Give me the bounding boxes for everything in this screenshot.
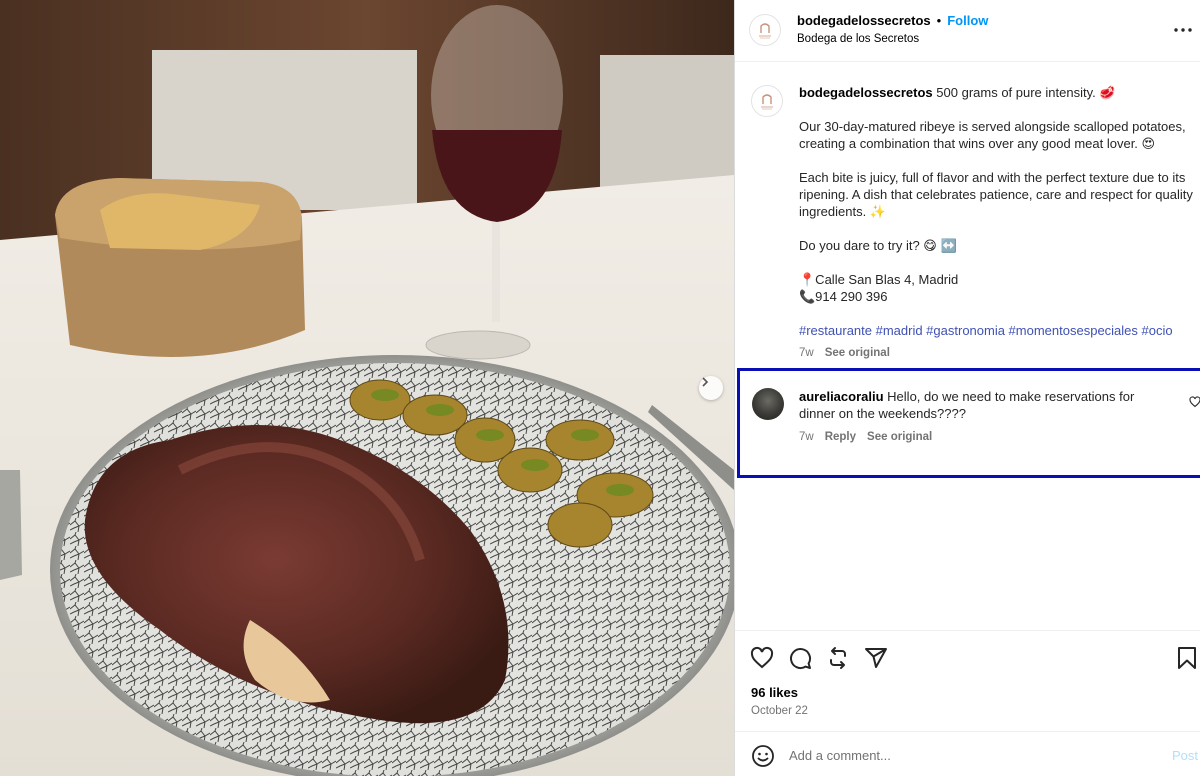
caption-phone: 📞914 290 396 <box>799 289 888 304</box>
repost-icon <box>830 647 846 669</box>
caption-hashtags[interactable]: #restaurante #madrid #gastronomia #momen… <box>799 322 1199 339</box>
caption-paragraph-1: Our 30-day-matured ribeye is served alon… <box>799 119 1186 151</box>
comment-icon <box>790 648 812 670</box>
commenter-avatar[interactable] <box>752 388 784 420</box>
heart-icon <box>750 646 774 669</box>
caption-time[interactable]: 7w <box>799 345 814 362</box>
comment-meta: 7w Reply See original <box>799 429 1159 446</box>
action-bar: 96 likes October 22 Post <box>735 630 1200 776</box>
brand-logo-icon <box>759 23 771 39</box>
comment-see-original[interactable]: See original <box>867 429 932 446</box>
profile-avatar[interactable] <box>749 14 781 46</box>
commenter-username[interactable]: aureliacoraliu <box>799 389 884 404</box>
share-button[interactable] <box>863 645 889 671</box>
likes-count[interactable]: 96 likes <box>751 685 798 700</box>
emoji-icon[interactable] <box>751 744 775 768</box>
comment-body: aureliacoraliu Hello, do we need to make… <box>799 388 1159 446</box>
save-button[interactable] <box>1174 645 1200 671</box>
post-author-username[interactable]: bodegadelossecretos <box>797 13 931 28</box>
comment-reply-button[interactable]: Reply <box>825 429 856 446</box>
separator-dot: • <box>936 13 942 28</box>
add-comment-bar: Post <box>735 731 1200 776</box>
caption-username[interactable]: bodegadelossecretos <box>799 85 933 100</box>
bookmark-icon <box>1178 647 1196 669</box>
caption-paragraph-3: Do you dare to try it? 😋 ↔️ <box>799 238 957 253</box>
next-image-button[interactable] <box>699 376 723 400</box>
caption-text: bodegadelossecretos 500 grams of pure in… <box>799 84 1199 362</box>
post-header: bodegadelossecretos • Follow Bodega de l… <box>735 0 1200 62</box>
caption-first-line: 500 grams of pure intensity. 🥩 <box>936 85 1116 100</box>
caption-avatar[interactable] <box>751 85 783 117</box>
like-button[interactable] <box>749 645 775 671</box>
caption-paragraph-2: Each bite is juicy, full of flavor and w… <box>799 170 1193 219</box>
caption-meta: 7w See original <box>799 345 1199 362</box>
comment-time[interactable]: 7w <box>799 429 814 446</box>
steak-dinner-photo <box>0 0 734 776</box>
share-icon <box>865 648 887 668</box>
caption-see-original[interactable]: See original <box>825 345 890 362</box>
caption-address: 📍Calle San Blas 4, Madrid <box>799 272 959 287</box>
chevron-right-icon <box>702 377 709 387</box>
post-date: October 22 <box>751 705 808 717</box>
follow-button[interactable]: Follow <box>947 13 988 28</box>
highlighted-comment: aureliacoraliu Hello, do we need to make… <box>737 368 1200 478</box>
post-location[interactable]: Bodega de los Secretos <box>797 33 919 45</box>
repost-button[interactable] <box>825 645 851 671</box>
post-panel: bodegadelossecretos • Follow Bodega de l… <box>734 0 1200 776</box>
post-image <box>0 0 734 776</box>
comment-button[interactable] <box>787 645 813 671</box>
comment-input[interactable] <box>789 745 1149 765</box>
more-horizontal-icon <box>1174 28 1192 32</box>
comment-like-heart-icon[interactable] <box>1189 396 1200 408</box>
post-comment-button[interactable]: Post <box>1172 748 1198 763</box>
more-options-button[interactable] <box>1171 18 1195 42</box>
brand-logo-icon <box>761 94 773 110</box>
